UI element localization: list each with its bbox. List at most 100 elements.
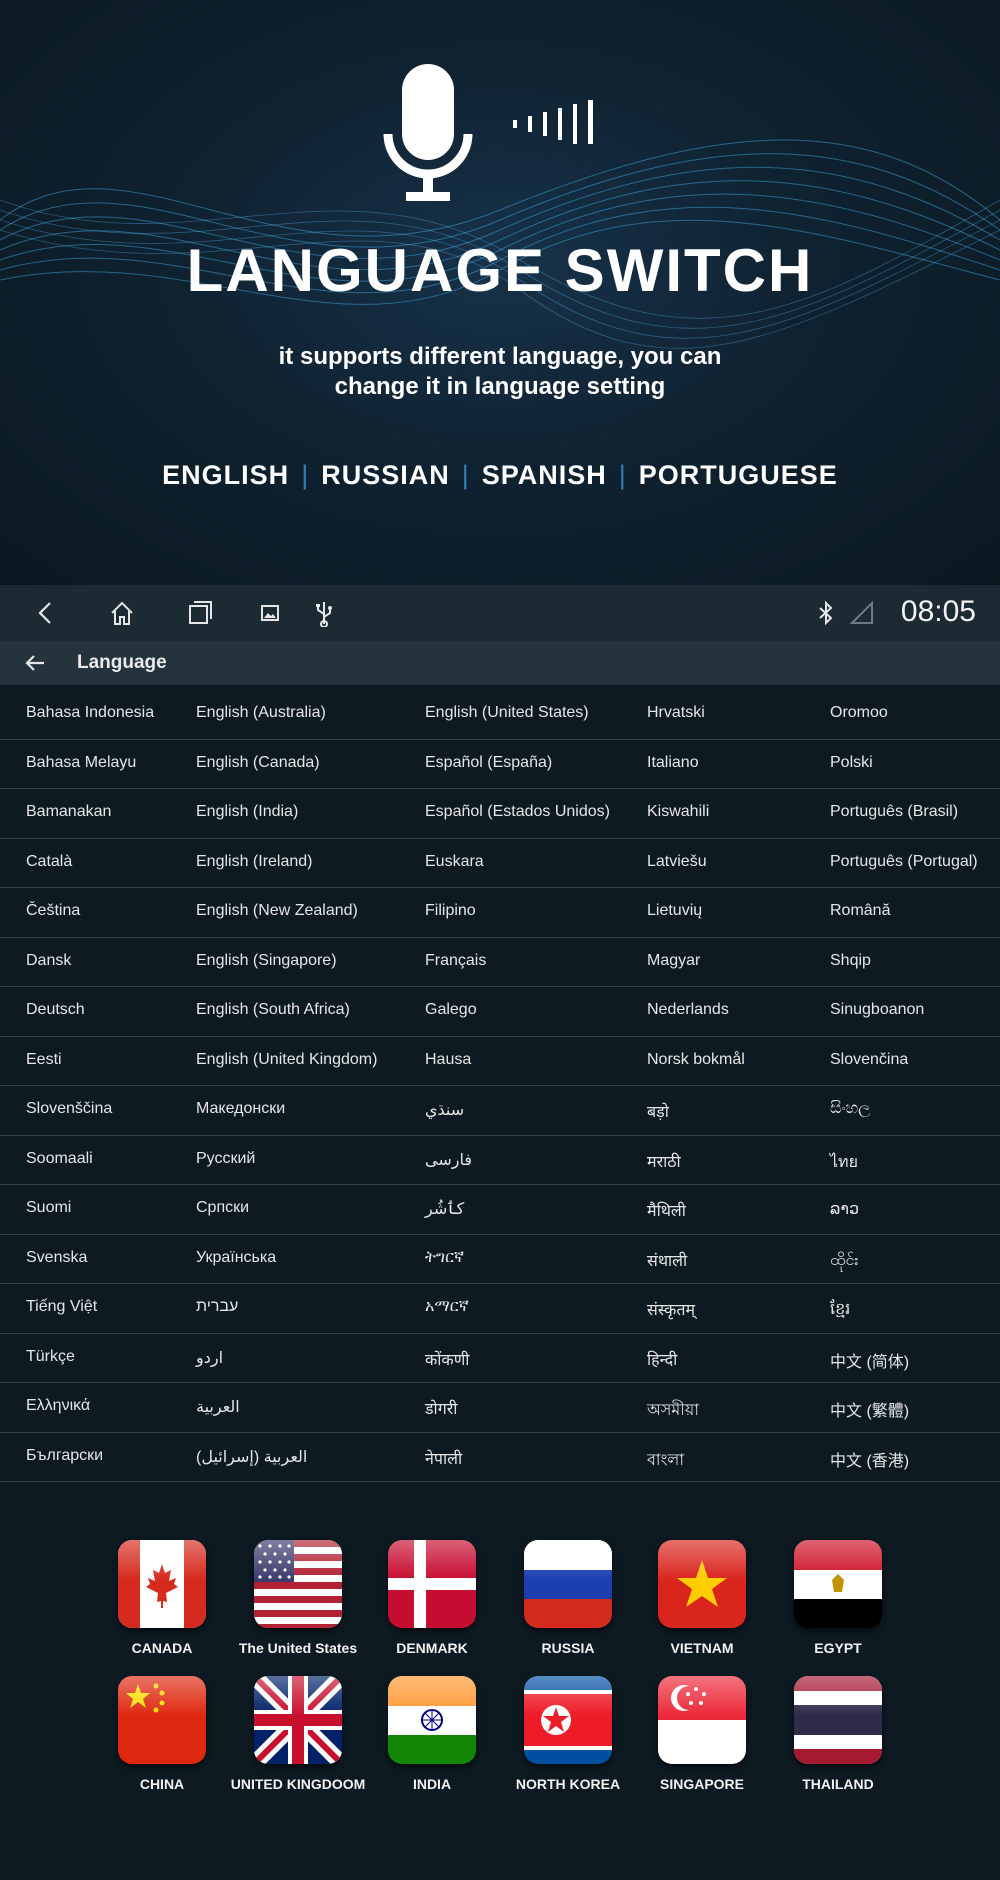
language-option[interactable]: Latviešu xyxy=(647,853,707,871)
language-option[interactable]: English (United States) xyxy=(425,704,589,722)
language-option[interactable]: العربية (إسرائيل) xyxy=(196,1447,307,1467)
language-row: Čeština English (New Zealand) Filipino Liet… xyxy=(0,888,1000,938)
language-option[interactable]: Svenska xyxy=(26,1249,87,1267)
egypt-flag-icon xyxy=(794,1540,882,1628)
language-option[interactable]: Português (Brasil) xyxy=(830,803,958,821)
language-option[interactable]: Norsk bokmål xyxy=(647,1051,745,1069)
signal-icon xyxy=(849,600,873,624)
language-option[interactable]: Slovenščina xyxy=(26,1100,112,1118)
flag-item-thailand: THAILAND xyxy=(758,1676,918,1792)
language-option[interactable]: עברית xyxy=(196,1298,238,1316)
language-option[interactable]: Euskara xyxy=(425,853,484,871)
language-option[interactable]: Čeština xyxy=(26,902,80,920)
language-option[interactable]: Slovenčina xyxy=(830,1051,908,1069)
hero-language-russian: RUSSIAN xyxy=(321,460,450,490)
language-option[interactable]: فارسی xyxy=(425,1150,472,1170)
language-option[interactable]: සිංහල xyxy=(830,1100,870,1118)
language-option[interactable]: Ελληνικά xyxy=(26,1397,90,1415)
language-option[interactable]: Filipino xyxy=(425,902,476,920)
language-option[interactable]: Català xyxy=(26,853,72,871)
language-option[interactable]: বাংলা xyxy=(647,1447,684,1474)
language-option[interactable]: ထိုင်း xyxy=(830,1249,858,1273)
language-option[interactable]: मराठी xyxy=(647,1150,681,1172)
gallery-icon[interactable] xyxy=(256,599,284,627)
language-option[interactable]: Hrvatski xyxy=(647,704,705,722)
language-option[interactable]: मैथिली xyxy=(647,1199,686,1221)
language-option[interactable]: Suomi xyxy=(26,1199,71,1217)
language-option[interactable]: हिन्दी xyxy=(647,1348,677,1370)
language-option[interactable]: English (Ireland) xyxy=(196,853,313,871)
language-option[interactable]: Shqip xyxy=(830,952,871,970)
back-arrow-icon[interactable] xyxy=(24,653,46,673)
language-row: Български العربية (إسرائيل) नेपाली বাংলা 中文 … xyxy=(0,1433,1000,1482)
language-option[interactable]: Italiano xyxy=(647,754,699,772)
language-option[interactable]: Eesti xyxy=(26,1051,62,1069)
language-option[interactable]: English (Canada) xyxy=(196,754,320,772)
language-option[interactable]: ไทย xyxy=(830,1150,858,1175)
language-option[interactable]: 中文 (繁體) xyxy=(830,1397,909,1421)
flag-label: EGYPT xyxy=(814,1640,862,1656)
language-option[interactable]: 中文 (香港) xyxy=(830,1447,909,1471)
language-option[interactable]: Hausa xyxy=(425,1051,471,1069)
language-option[interactable]: Soomaali xyxy=(26,1150,93,1168)
language-option[interactable]: English (United Kingdom) xyxy=(196,1051,377,1069)
language-option[interactable]: Română xyxy=(830,902,890,920)
china-flag-icon xyxy=(118,1676,206,1764)
language-option[interactable]: ខ្មែរ xyxy=(830,1298,850,1322)
language-option[interactable]: English (Australia) xyxy=(196,704,326,722)
language-row: Dansk English (Singapore) Français Magyar Sh… xyxy=(0,938,1000,987)
language-option[interactable]: Dansk xyxy=(26,952,71,970)
language-option[interactable]: English (South Africa) xyxy=(196,1001,350,1019)
language-option[interactable]: Português (Portugal) xyxy=(830,853,978,871)
language-option[interactable]: English (Singapore) xyxy=(196,952,337,970)
language-option[interactable]: डोगरी xyxy=(425,1397,457,1419)
language-option[interactable]: Sinugboanon xyxy=(830,1001,924,1019)
language-option[interactable]: English (New Zealand) xyxy=(196,902,358,920)
language-option[interactable]: Македонски xyxy=(196,1100,285,1118)
home-icon[interactable] xyxy=(108,599,136,627)
language-option[interactable]: Български xyxy=(26,1447,103,1465)
language-option[interactable]: Français xyxy=(425,952,486,970)
language-option[interactable]: Bahasa Indonesia xyxy=(26,704,154,722)
language-option[interactable]: سنڌي xyxy=(425,1100,464,1120)
language-option[interactable]: አማርኛ xyxy=(425,1298,469,1316)
language-option[interactable]: Oromoo xyxy=(830,704,888,722)
language-row: Türkçe اردو कोंकणी हिन्दी 中文 (简体) xyxy=(0,1334,1000,1383)
page-title: Language xyxy=(77,652,167,673)
language-option[interactable]: नेपाली xyxy=(425,1447,462,1469)
language-option[interactable]: संस्कृतम् xyxy=(647,1298,695,1320)
language-option[interactable]: Galego xyxy=(425,1001,477,1019)
language-option[interactable]: ትግርኛ xyxy=(425,1249,464,1267)
recents-icon[interactable] xyxy=(186,599,214,627)
language-option[interactable]: اردو xyxy=(196,1348,223,1368)
language-option[interactable]: Bahasa Melayu xyxy=(26,754,136,772)
language-option[interactable]: Bamanakan xyxy=(26,803,111,821)
language-option[interactable]: कोंकणी xyxy=(425,1348,469,1370)
language-option[interactable]: Español (Estados Unidos) xyxy=(425,803,610,821)
language-option[interactable]: کٲشُر xyxy=(425,1199,464,1219)
language-option[interactable]: Polski xyxy=(830,754,873,772)
language-option[interactable]: Українська xyxy=(196,1249,276,1267)
language-option[interactable]: العربية xyxy=(196,1397,240,1417)
language-option[interactable]: Lietuvių xyxy=(647,902,702,920)
language-grid: Bahasa Indonesia English (Australia) Engli… xyxy=(0,690,1000,1482)
flag-item-egypt: EGYPT xyxy=(758,1540,918,1656)
language-option[interactable]: ລາວ xyxy=(830,1199,859,1219)
language-option[interactable]: Српски xyxy=(196,1199,249,1217)
language-option[interactable]: Magyar xyxy=(647,952,700,970)
language-option[interactable]: Kiswahili xyxy=(647,803,709,821)
language-option[interactable]: English (India) xyxy=(196,803,298,821)
language-option[interactable]: Español (España) xyxy=(425,754,552,772)
language-option[interactable]: 中文 (简体) xyxy=(830,1348,909,1372)
language-option[interactable]: Türkçe xyxy=(26,1348,75,1366)
bluetooth-icon xyxy=(819,600,833,626)
language-option[interactable]: Deutsch xyxy=(26,1001,85,1019)
hero-language-list: ENGLISH | RUSSIAN | SPANISH | PORTUGUESE xyxy=(0,460,1000,491)
language-option[interactable]: Tiếng Việt xyxy=(26,1298,97,1316)
language-option[interactable]: संथाली xyxy=(647,1249,687,1271)
language-option[interactable]: Русский xyxy=(196,1150,255,1168)
language-option[interactable]: बड़ो xyxy=(647,1100,669,1122)
language-option[interactable]: Nederlands xyxy=(647,1001,729,1019)
back-icon[interactable] xyxy=(32,599,60,627)
language-option[interactable]: অসমীয়া xyxy=(647,1397,699,1424)
